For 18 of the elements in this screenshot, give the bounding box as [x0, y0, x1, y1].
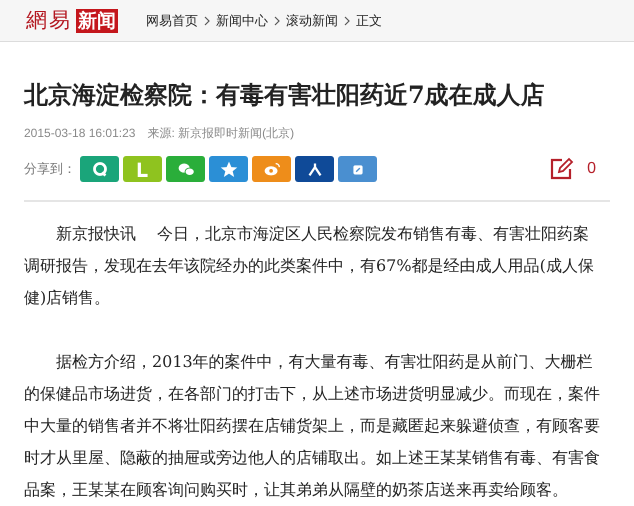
comment-count[interactable]: 0	[587, 157, 596, 181]
breadcrumb-link[interactable]: 滚动新闻	[286, 10, 338, 30]
article-source: 来源: 新京报即时新闻(北京)	[147, 125, 294, 142]
breadcrumb-link[interactable]: 正文	[356, 10, 382, 30]
article-paragraph: 新京报快讯 今日，北京市海淀区人民检察院发布销售有毒、有害壮阳药案调研报告，发现在去年该院经办的此类案件中，有67%都是经由成人用品(成人保健)店销售。	[24, 223, 595, 309]
article-title: 北京海淀检察院：有毒有害壮阳药近7成在成人店	[24, 80, 546, 110]
publish-time: 2015-03-18 16:01:23	[24, 125, 136, 142]
chevron-icon	[204, 16, 210, 26]
logo-section: 新闻	[76, 8, 118, 32]
chevron-icon	[274, 16, 280, 26]
breadcrumb-link[interactable]: 新闻中心	[216, 10, 268, 30]
share-label: 分享到：	[24, 160, 76, 178]
share-button[interactable]	[295, 156, 334, 182]
chevron-icon	[344, 16, 350, 26]
write-comment-icon[interactable]	[549, 157, 576, 181]
breadcrumb-link[interactable]: 网易首页	[146, 10, 198, 30]
article-paragraph: 据检方介绍，2013年的案件中，有大量有毒、有害壮阳药是从前门、大栅栏的保健品市场进货，在各部门的打击下，从上述市场进货明显减少。而现在，案件中大量的销售者并不将壮阳药摆在店铺货架上，而是藏匿起来躲避侦查，有顾客要时才从里屋、隐蔽的抽屉或旁边他人的店铺取出。如上述王某某销售有毒、有害食品案，王某某在顾客询问购买时，让其弟弟从隔壁的奶茶店送来再卖给顾客。	[24, 351, 601, 501]
logo-brand: 網易	[26, 10, 72, 31]
